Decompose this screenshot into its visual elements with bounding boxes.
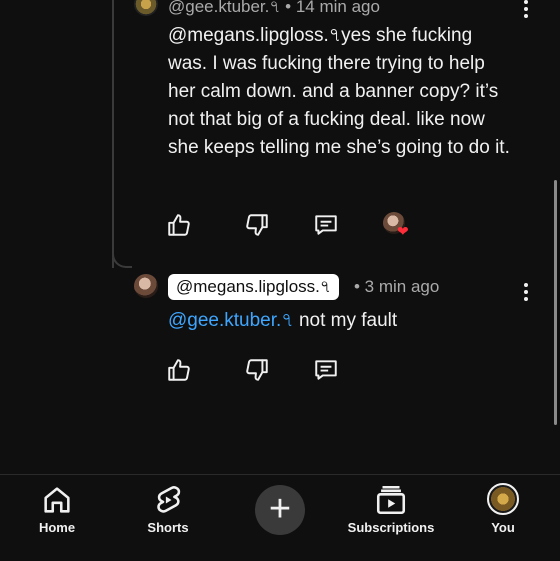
create-button[interactable]: + — [255, 485, 305, 535]
shorts-icon — [151, 483, 185, 517]
comment-header: @gee.ktuber.৭ • 14 min ago — [168, 0, 380, 22]
thumbs-down-icon — [246, 359, 268, 381]
reply-like-button[interactable] — [166, 357, 192, 383]
comment-mention[interactable]: @megans.lipgloss.৭ — [168, 25, 341, 46]
comment-icon — [315, 360, 337, 380]
creator-heart-icon: ❤ — [397, 223, 409, 239]
reply-body-text: not my fault — [293, 310, 398, 331]
thread-connector — [112, 244, 132, 268]
bottom-nav: Home Shorts + Subscriptions You — [0, 474, 560, 560]
reply-author-pill[interactable]: @megans.lipgloss.৭ — [168, 274, 339, 300]
reply-dislike-button[interactable] — [244, 357, 270, 383]
comment-author[interactable]: @gee.ktuber.৭ — [168, 0, 280, 16]
reply-text: @gee.ktuber.৭ not my fault — [168, 307, 397, 335]
reply-avatar[interactable] — [134, 274, 158, 298]
creator-heart-badge: ❤ — [383, 212, 411, 240]
comment-more-button[interactable] — [522, 0, 530, 20]
plus-icon: + — [268, 488, 292, 531]
subscriptions-icon — [374, 483, 408, 517]
reply-more-button[interactable] — [522, 283, 530, 303]
thumbs-up-icon — [168, 359, 190, 381]
reply-time: • 3 min ago — [354, 277, 440, 296]
scrollbar[interactable] — [554, 180, 557, 425]
nav-you[interactable]: You — [458, 475, 548, 561]
comment-icon — [315, 215, 337, 235]
nav-shorts[interactable]: Shorts — [123, 475, 213, 561]
reply-mention[interactable]: @gee.ktuber.৭ — [168, 310, 294, 331]
you-avatar — [487, 483, 519, 515]
comment-time: • 14 min ago — [285, 0, 380, 16]
nav-shorts-label: Shorts — [147, 520, 189, 535]
thumbs-up-icon — [168, 214, 190, 236]
reply-reply-button[interactable] — [313, 357, 339, 383]
dislike-button[interactable] — [244, 212, 270, 238]
commenter-avatar[interactable] — [134, 0, 158, 16]
like-button[interactable] — [166, 212, 192, 238]
home-icon — [40, 483, 74, 517]
reply-button[interactable] — [313, 212, 339, 238]
nav-home-label: Home — [38, 520, 76, 535]
thumbs-down-icon — [246, 214, 268, 236]
thread-line — [112, 0, 114, 268]
nav-you-label: You — [491, 520, 515, 535]
nav-subscriptions-label: Subscriptions — [347, 520, 435, 535]
comment-text: @megans.lipgloss.৭yes she fucking was. I… — [168, 22, 513, 162]
nav-subscriptions[interactable]: Subscriptions — [345, 475, 437, 561]
nav-home[interactable]: Home — [12, 475, 102, 561]
